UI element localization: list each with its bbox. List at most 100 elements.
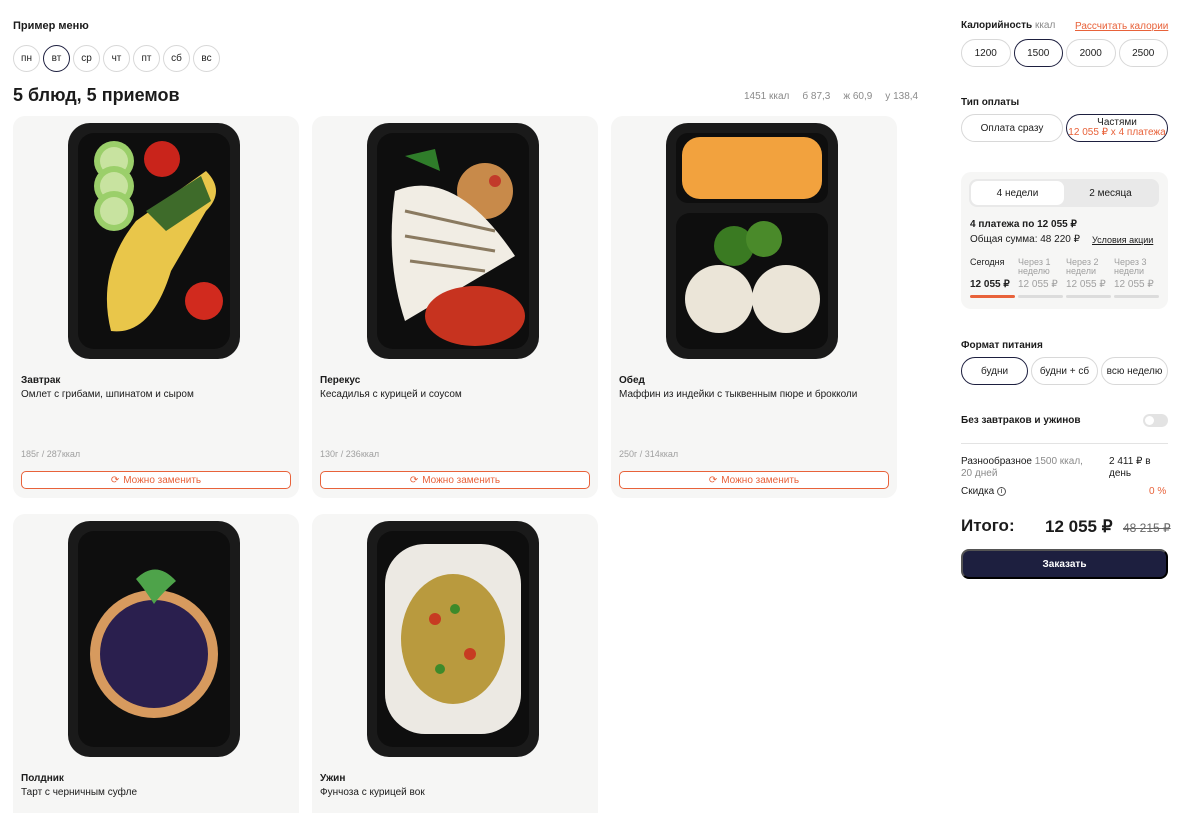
schedule-amount: 12 055 ₽ <box>1114 279 1154 290</box>
total-label: Итого: <box>961 516 1015 535</box>
schedule-bar <box>1114 295 1159 298</box>
meal-name: Тарт с черничным суфле <box>21 787 138 798</box>
schedule-amount: 12 055 ₽ <box>1018 279 1058 290</box>
installment-total: Общая сумма: 48 220 ₽ <box>970 234 1080 245</box>
calculate-calories-link[interactable]: Рассчитать калории <box>1075 21 1168 32</box>
discount-label: Скидка <box>961 486 995 497</box>
format-label: Формат питания <box>961 340 1043 351</box>
payment-options: Оплата сразу Частями 12 055 ₽ x 4 платежа <box>961 114 1168 142</box>
replace-meal-button[interactable]: ⟳ Можно заменить <box>21 471 291 489</box>
replace-label: Можно заменить <box>422 474 501 486</box>
pay-full-button[interactable]: Оплата сразу <box>961 114 1063 142</box>
replace-label: Можно заменить <box>721 474 800 486</box>
refresh-icon: ⟳ <box>708 474 718 486</box>
info-icon[interactable]: i <box>997 487 1007 496</box>
meal-category: Завтрак <box>21 375 61 386</box>
format-weekdays-sat[interactable]: будни + сб <box>1031 357 1098 385</box>
meal-weight-kcal: 130г / 236ккал <box>320 449 380 459</box>
format-weekdays[interactable]: будни <box>961 357 1028 385</box>
meal-name: Кесадилья с курицей и соусом <box>320 389 462 400</box>
refresh-icon: ⟳ <box>110 474 120 486</box>
schedule-when: Сегодня <box>970 257 1005 267</box>
schedule-item: Через 3 недели 12 055 ₽ <box>1114 258 1159 298</box>
tab-2-months[interactable]: 2 месяца <box>1064 181 1157 205</box>
order-button[interactable]: Заказать <box>961 549 1168 579</box>
old-price: 48 215 ₽ <box>1123 521 1171 535</box>
plan-name: Разнообразное <box>961 456 1032 467</box>
meals-heading: 5 блюд, 5 приемов <box>13 85 180 105</box>
meal-name: Фунчоза с курицей вок <box>320 787 425 798</box>
day-fri[interactable]: пт <box>133 45 160 72</box>
fat-total: ж 60,9 <box>843 91 873 102</box>
schedule-when: Через 3 недели <box>1114 257 1147 276</box>
menu-label: Пример меню <box>13 20 89 32</box>
kcal-total: 1451 ккал <box>744 91 790 102</box>
installment-title: 4 платежа по 12 055 ₽ <box>970 219 1077 230</box>
refresh-icon: ⟳ <box>409 474 419 486</box>
carbs-total: у 138,4 <box>885 91 919 102</box>
calorie-option-1200[interactable]: 1200 <box>961 39 1011 67</box>
meal-category: Ужин <box>320 773 346 784</box>
schedule-amount: 12 055 ₽ <box>970 279 1010 290</box>
calorie-option-2500[interactable]: 2500 <box>1118 39 1168 67</box>
replace-label: Можно заменить <box>123 474 202 486</box>
installments-sub: 12 055 ₽ x 4 платежа <box>1068 127 1166 138</box>
payment-schedule: Сегодня 12 055 ₽ Через 1 неделю 12 055 ₽ Ч… <box>970 258 1159 298</box>
no-breakfast-toggle[interactable] <box>1143 414 1168 427</box>
promo-terms-link[interactable]: Условия акции <box>1092 235 1153 245</box>
installment-panel: 4 недели 2 месяца 4 платежа по 12 055 ₽ … <box>961 172 1168 309</box>
schedule-bar <box>1018 295 1063 298</box>
protein-total: б 87,3 <box>802 91 831 102</box>
payment-type-label: Тип оплаты <box>961 97 1020 108</box>
discount-value: 0 % <box>1149 486 1167 497</box>
meal-category: Перекус <box>320 375 361 386</box>
calorie-option-1500[interactable]: 1500 <box>1013 39 1063 67</box>
day-thu[interactable]: чт <box>103 45 130 72</box>
muffin-image <box>666 123 838 359</box>
calorie-option-2000[interactable]: 2000 <box>1066 39 1116 67</box>
calories-unit: ккал <box>1034 20 1056 31</box>
schedule-item: Через 2 недели 12 055 ₽ <box>1066 258 1111 298</box>
schedule-item: Через 1 неделю 12 055 ₽ <box>1018 258 1063 298</box>
day-selector: пн вт ср чт пт сб вс <box>13 45 220 72</box>
format-options: будни будни + сб всю неделю <box>961 357 1168 385</box>
meal-card-lunch: Обед Маффин из индейки с тыквенным пюре … <box>611 116 897 498</box>
meal-name: Омлет с грибами, шпинатом и сыром <box>21 389 194 400</box>
price-per-day: 2 411 ₽ в день <box>1109 456 1151 479</box>
schedule-bar <box>970 295 1015 298</box>
day-wed[interactable]: ср <box>73 45 100 72</box>
schedule-when: Через 2 недели <box>1066 257 1099 276</box>
format-whole-week[interactable]: всю неделю <box>1101 357 1168 385</box>
meal-card-dinner: Ужин Фунчоза с курицей вок <box>312 514 598 813</box>
meal-category: Полдник <box>21 773 64 784</box>
day-sat[interactable]: сб <box>163 45 190 72</box>
no-breakfast-label: Без завтраков и ужинов <box>961 415 1081 426</box>
calorie-options: 1200 1500 2000 2500 <box>961 39 1168 67</box>
pay-installments-button[interactable]: Частями 12 055 ₽ x 4 платежа <box>1066 114 1168 142</box>
discount-row: Скидка i <box>961 486 1007 497</box>
plan-summary: Разнообразное 1500 ккал, 20 дней <box>961 456 1091 480</box>
day-sun[interactable]: вс <box>193 45 220 72</box>
meal-weight-kcal: 250г / 314ккал <box>619 449 679 459</box>
day-tue[interactable]: вт <box>43 45 70 72</box>
schedule-bar <box>1066 295 1111 298</box>
omelette-image <box>68 123 240 359</box>
schedule-item: Сегодня 12 055 ₽ <box>970 258 1015 298</box>
meal-category: Обед <box>619 375 645 386</box>
meal-card-breakfast: Завтрак Омлет с грибами, шпинатом и сыро… <box>13 116 299 498</box>
tart-image <box>68 521 240 757</box>
tab-4-weeks[interactable]: 4 недели <box>971 181 1064 205</box>
total-price: 12 055 ₽ <box>1045 517 1113 536</box>
replace-meal-button[interactable]: ⟳ Можно заменить <box>320 471 590 489</box>
day-mon[interactable]: пн <box>13 45 40 72</box>
replace-meal-button[interactable]: ⟳ Можно заменить <box>619 471 889 489</box>
plan-kcal: 1500 ккал, <box>1034 456 1083 467</box>
meal-weight-kcal: 185г / 287ккал <box>21 449 81 459</box>
quesadilla-image <box>367 123 539 359</box>
plan-days: 20 дней <box>961 468 998 479</box>
schedule-when: Через 1 неделю <box>1018 257 1051 276</box>
meal-name: Маффин из индейки с тыквенным пюре и бро… <box>619 389 858 400</box>
divider <box>961 443 1168 444</box>
funchoza-image <box>367 521 539 757</box>
meal-card-snack: Перекус Кесадилья с курицей и соусом 130… <box>312 116 598 498</box>
